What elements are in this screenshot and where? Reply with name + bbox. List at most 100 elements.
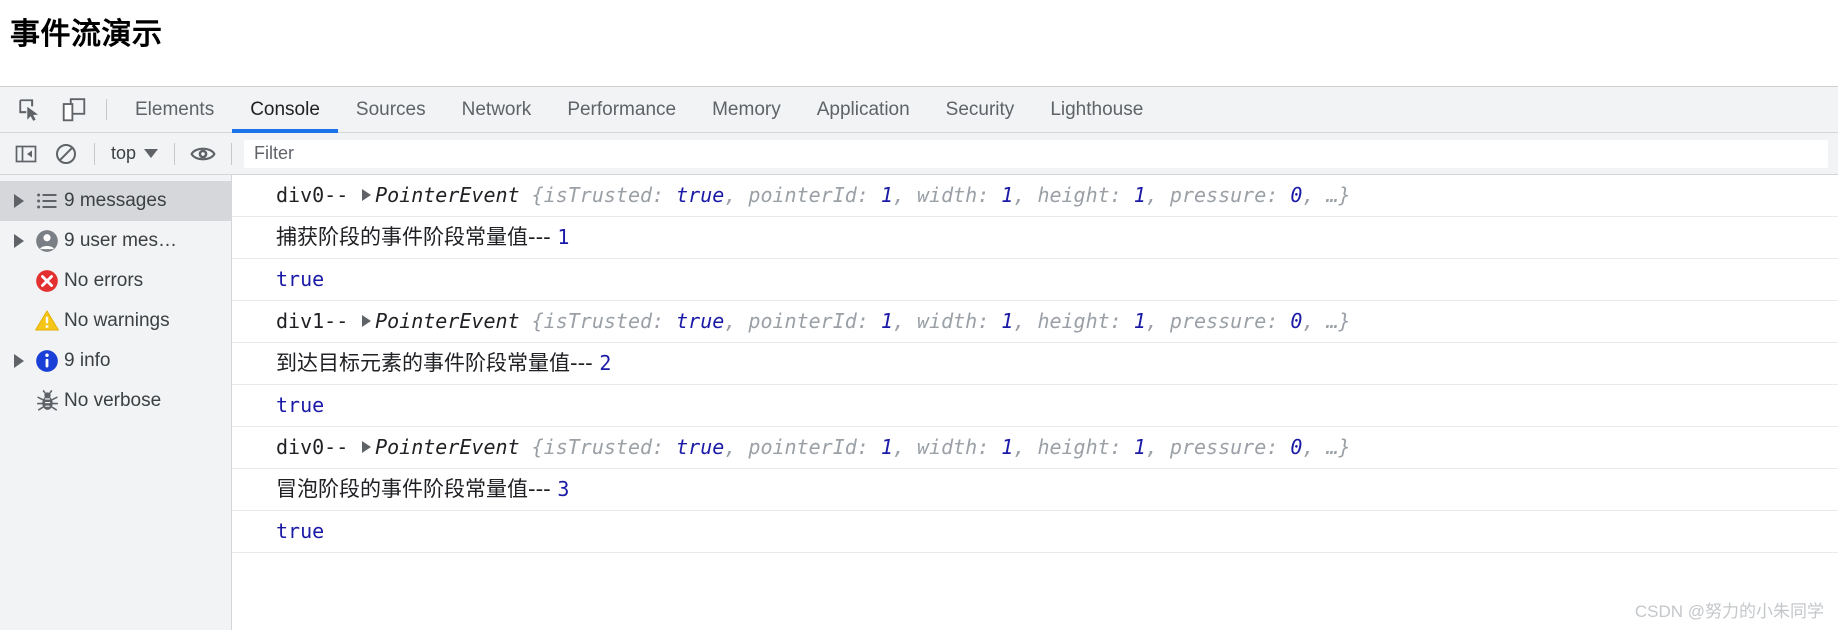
sidebar-item-label: No verbose xyxy=(64,390,161,412)
tab-application[interactable]: Application xyxy=(799,87,928,132)
tab-security[interactable]: Security xyxy=(928,87,1033,132)
list-icon xyxy=(30,189,64,213)
object-prop-key: , xyxy=(1146,309,1170,333)
chevron-down-icon xyxy=(144,149,158,158)
object-prop-key: pressure: xyxy=(1170,435,1290,459)
console-message-row[interactable]: 到达目标元素的事件阶段常量值--- 2 xyxy=(232,343,1838,385)
tab-sources[interactable]: Sources xyxy=(338,87,444,132)
log-boolean-value: true xyxy=(276,519,324,543)
tab-performance[interactable]: Performance xyxy=(549,87,694,132)
sidebar-toggle-icon[interactable] xyxy=(6,133,46,175)
object-prop-key: , xyxy=(893,183,917,207)
object-prop-key: , xyxy=(893,309,917,333)
console-message-row[interactable]: div1-- PointerEvent {isTrusted: true, po… xyxy=(232,301,1838,343)
tab-label: Console xyxy=(250,99,320,121)
tab-elements[interactable]: Elements xyxy=(117,87,232,132)
object-preview-open: {isTrusted: xyxy=(532,435,677,459)
console-message-row[interactable]: 冒泡阶段的事件阶段常量值--- 3 xyxy=(232,469,1838,511)
sidebar-item-label: No errors xyxy=(64,270,143,292)
object-prop-value: true xyxy=(676,435,724,459)
tab-label: Application xyxy=(817,99,910,121)
sidebar-item-user-messages[interactable]: 9 user mes… xyxy=(0,221,231,261)
object-prop-key: width: xyxy=(917,309,1001,333)
sidebar-item-verbose[interactable]: No verbose xyxy=(0,381,231,421)
object-class-name: PointerEvent xyxy=(375,435,532,459)
sidebar-item-errors[interactable]: No errors xyxy=(0,261,231,301)
object-prop-key: height: xyxy=(1037,183,1133,207)
object-prop-key: , xyxy=(893,435,917,459)
watermark: CSDN @努力的小朱同学 xyxy=(1635,597,1824,622)
object-prop-value: 1 xyxy=(1134,435,1146,459)
toolbar-divider xyxy=(94,143,95,165)
live-expression-eye-icon[interactable] xyxy=(183,133,223,175)
bug-icon xyxy=(30,389,64,414)
log-text: 捕获阶段的事件阶段常量值--- xyxy=(276,225,557,249)
chevron-right-icon[interactable] xyxy=(8,354,30,368)
object-prop-value: 1 xyxy=(881,309,893,333)
toolbar-divider xyxy=(231,143,232,165)
devtools-panel: Elements Console Sources Network Perform… xyxy=(0,86,1838,630)
object-prop-key: pointerId: xyxy=(748,435,880,459)
toolbar-divider xyxy=(174,143,175,165)
object-prop-value: 1 xyxy=(881,183,893,207)
tab-label: Performance xyxy=(567,99,676,121)
object-prop-key: , xyxy=(724,435,748,459)
sidebar-item-warnings[interactable]: No warnings xyxy=(0,301,231,341)
clear-console-icon[interactable] xyxy=(46,133,86,175)
error-icon xyxy=(30,268,64,294)
tab-memory[interactable]: Memory xyxy=(694,87,799,132)
user-icon xyxy=(30,228,64,254)
tab-console[interactable]: Console xyxy=(232,87,338,132)
tab-network[interactable]: Network xyxy=(444,87,550,132)
tab-label: Memory xyxy=(712,99,781,121)
object-class-name: PointerEvent xyxy=(375,183,532,207)
tab-label: Network xyxy=(462,99,532,121)
object-prop-key: pressure: xyxy=(1170,183,1290,207)
page-title: 事件流演示 xyxy=(10,9,163,53)
object-prop-value: 1 xyxy=(1001,435,1013,459)
console-message-row[interactable]: div0-- PointerEvent {isTrusted: true, po… xyxy=(232,175,1838,217)
sidebar-item-label: 9 user mes… xyxy=(64,230,177,252)
execution-context-selector[interactable]: top xyxy=(103,133,166,175)
tab-lighthouse[interactable]: Lighthouse xyxy=(1032,87,1161,132)
expand-object-icon[interactable] xyxy=(362,441,371,453)
warning-icon xyxy=(30,308,64,334)
log-value: 2 xyxy=(599,351,611,375)
chevron-right-icon[interactable] xyxy=(8,234,30,248)
console-message-row[interactable]: true xyxy=(232,511,1838,553)
log-text: 到达目标元素的事件阶段常量值--- xyxy=(276,351,599,375)
object-prop-key: height: xyxy=(1037,309,1133,333)
console-message-row[interactable]: div0-- PointerEvent {isTrusted: true, po… xyxy=(232,427,1838,469)
filter-input[interactable] xyxy=(244,140,1828,168)
object-preview-open: {isTrusted: xyxy=(532,309,677,333)
object-class-name: PointerEvent xyxy=(375,309,532,333)
tab-label: Sources xyxy=(356,99,426,121)
sidebar-item-info[interactable]: 9 info xyxy=(0,341,231,381)
object-prop-value: true xyxy=(676,183,724,207)
tab-label: Lighthouse xyxy=(1050,99,1143,121)
device-toolbar-icon[interactable] xyxy=(52,87,96,132)
devtools-tabstrip: Elements Console Sources Network Perform… xyxy=(0,87,1838,133)
execution-context-label: top xyxy=(111,143,136,164)
object-prop-key: , xyxy=(1013,435,1037,459)
object-preview-close: , …} xyxy=(1302,183,1350,207)
console-message-row[interactable]: true xyxy=(232,259,1838,301)
object-prop-key: height: xyxy=(1037,435,1133,459)
console-log-pane[interactable]: div0-- PointerEvent {isTrusted: true, po… xyxy=(232,175,1838,630)
expand-object-icon[interactable] xyxy=(362,189,371,201)
web-page-content: 事件流演示 xyxy=(0,0,1838,86)
tab-label: Security xyxy=(946,99,1015,121)
object-preview-close: , …} xyxy=(1302,435,1350,459)
console-toolbar: top xyxy=(0,133,1838,175)
inspect-element-icon[interactable] xyxy=(8,87,52,132)
console-message-row[interactable]: true xyxy=(232,385,1838,427)
sidebar-item-label: No warnings xyxy=(64,310,170,332)
sidebar-item-messages[interactable]: 9 messages xyxy=(0,181,231,221)
expand-object-icon[interactable] xyxy=(362,315,371,327)
console-body: 9 messages 9 user mes… xyxy=(0,175,1838,630)
chevron-right-icon[interactable] xyxy=(8,194,30,208)
console-message-row[interactable]: 捕获阶段的事件阶段常量值--- 1 xyxy=(232,217,1838,259)
sidebar-item-label: 9 messages xyxy=(64,190,166,212)
toolbar-divider xyxy=(106,99,107,120)
object-prop-value: 1 xyxy=(881,435,893,459)
